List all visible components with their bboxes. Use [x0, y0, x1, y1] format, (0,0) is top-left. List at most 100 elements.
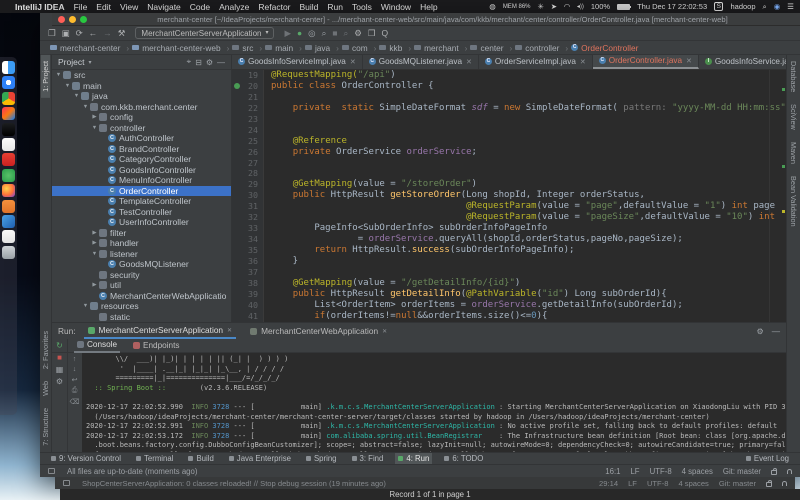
dock-xmind-icon[interactable] [2, 153, 15, 166]
locate-icon[interactable]: ⌖ [187, 57, 192, 67]
print-icon[interactable]: ⎙ [72, 387, 78, 395]
spotlight-search-icon[interactable]: ⌕ [763, 2, 767, 12]
wifi-icon[interactable]: ◠ [564, 2, 570, 11]
tree-node-MerchantCenterWebApplicatio[interactable]: CMerchantCenterWebApplicatio [52, 291, 231, 302]
tree-expand-icon[interactable]: ▼ [82, 104, 89, 110]
menu-run[interactable]: Run [327, 2, 343, 12]
menu-code[interactable]: Code [190, 2, 210, 12]
close-tab-icon[interactable]: ✕ [382, 328, 387, 335]
dock-chrome-icon[interactable] [2, 92, 15, 105]
toolwindow-button-terminal[interactable]: Terminal [133, 453, 176, 465]
tree-node-filter[interactable]: ▶filter [52, 228, 231, 239]
menu-edit[interactable]: Edit [96, 2, 111, 12]
dock-netease-icon[interactable] [2, 215, 15, 228]
settings-wrench-icon[interactable]: ⚙ [354, 27, 362, 40]
open-project-icon[interactable]: ❐ [48, 27, 56, 40]
tree-expand-icon[interactable]: ▼ [91, 125, 98, 131]
stop-icon[interactable]: ■ [57, 353, 62, 362]
breadcrumb-item-java[interactable]: java› [305, 43, 339, 53]
breadcrumb-item-merchant-center[interactable]: merchant-center› [50, 43, 129, 53]
tool-stripe-structure[interactable]: 7: Structure [41, 402, 50, 452]
tree-node-OrderController[interactable]: COrderController [52, 186, 231, 197]
dock-drawio-icon[interactable] [2, 200, 15, 213]
tool-stripe-web[interactable]: Web [41, 375, 50, 402]
breadcrumb-item-src[interactable]: src› [232, 43, 262, 53]
run-tab-MerchantCenterWebApplication[interactable]: MerchantCenterWebApplication✕ [246, 323, 391, 339]
dock-finder-icon[interactable] [2, 61, 15, 74]
close-tab-icon[interactable]: ✕ [350, 58, 356, 66]
tree-node-static[interactable]: static [52, 312, 231, 323]
run-class-gutter-icon[interactable] [234, 83, 240, 89]
view-tab-console[interactable]: Console [74, 339, 120, 353]
debug-icon[interactable]: ● [297, 27, 302, 40]
hide-panel-icon[interactable]: — [772, 326, 780, 336]
editor-scrollbar[interactable] [781, 70, 786, 322]
breadcrumb-item-com[interactable]: com› [342, 43, 376, 53]
menu-window[interactable]: Window [381, 2, 411, 12]
user-name[interactable]: hadoop [730, 2, 755, 11]
build-icon[interactable]: ⚒ [118, 27, 126, 40]
volume-icon[interactable]: ◂)) [577, 3, 584, 10]
tool-stripe-beanvalidation[interactable]: Bean Validation [789, 170, 798, 233]
tree-expand-icon[interactable]: ▶ [91, 230, 98, 236]
tree-node-main[interactable]: ▼main [52, 81, 231, 92]
menu-refactor[interactable]: Refactor [258, 2, 290, 12]
find-icon[interactable]: Q [382, 27, 389, 40]
tree-expand-icon[interactable]: ▼ [55, 72, 62, 78]
gear-icon[interactable]: ⚙ [757, 327, 764, 336]
zoom-window-button[interactable] [80, 16, 87, 23]
close-tab-icon[interactable]: ✕ [686, 57, 692, 65]
coverage-icon[interactable]: ◎ [308, 27, 315, 40]
breadcrumb-item-kkb[interactable]: kkb› [379, 43, 411, 53]
editor-tab-GoodsMQListener.java[interactable]: CGoodsMQListener.java✕ [363, 55, 479, 69]
editor-tab-GoodsInfoServiceImpl.java[interactable]: CGoodsInfoServiceImpl.java✕ [232, 55, 363, 69]
tool-stripe-project[interactable]: 1: Project [41, 55, 50, 98]
dock-cajviewer-icon[interactable] [2, 169, 15, 182]
breadcrumb-item-main[interactable]: main› [265, 43, 302, 53]
save-all-icon[interactable]: ▣ [62, 27, 70, 40]
collapse-all-icon[interactable]: ⊟ [195, 58, 202, 67]
window-titlebar[interactable]: merchant-center [~/IdeaProjects/merchant… [52, 13, 800, 26]
tree-node-resources[interactable]: ▼resources [52, 301, 231, 312]
tree-node-config[interactable]: ▶config [52, 112, 231, 123]
tree-node-UserInfoController[interactable]: CUserInfoController [52, 217, 231, 228]
toolwindow-button-find[interactable]: 3: Find [349, 453, 387, 465]
tree-node-util[interactable]: ▶util [52, 280, 231, 291]
dock-trash-icon[interactable] [2, 246, 15, 259]
breadcrumb-item-merchant[interactable]: merchant› [414, 43, 467, 53]
tree-expand-icon[interactable]: ▶ [91, 282, 98, 288]
notifications-icon[interactable] [787, 469, 792, 474]
tree-node-GoodsMQListener[interactable]: CGoodsMQListener [52, 259, 231, 270]
menu-help[interactable]: Help [420, 2, 437, 12]
console-output[interactable]: \\/ ___)| |_)| | | | | || (_| | ) ) ) ) … [82, 353, 786, 453]
tree-node-security[interactable]: security [52, 270, 231, 281]
git-branch[interactable]: Git: master [723, 467, 761, 476]
tree-node-java[interactable]: ▼java [52, 91, 231, 102]
search-everywhere-icon[interactable]: ⌕ [344, 27, 349, 40]
lock-icon[interactable] [771, 470, 777, 475]
indent-style[interactable]: 4 spaces [682, 467, 713, 476]
caret-position[interactable]: 16:1 [605, 467, 620, 476]
profiler-icon[interactable]: ⌕ [322, 27, 327, 40]
toolwindow-button-javaenterprise[interactable]: Java Enterprise [226, 453, 294, 465]
menu-navigate[interactable]: Navigate [147, 2, 181, 12]
tree-expand-icon[interactable]: ▶ [91, 240, 98, 246]
app-name[interactable]: IntelliJ IDEA [15, 2, 65, 12]
scroll-up-icon[interactable]: ↑ [73, 356, 77, 363]
run-config-selector[interactable]: MerchantCenterServerApplication▾ [135, 27, 274, 39]
grid-icon[interactable]: ▦ [56, 365, 64, 374]
tool-stripe-sciview[interactable]: SciView [789, 98, 798, 136]
editor-tab-OrderController.java[interactable]: COrderController.java✕ [593, 55, 699, 69]
tree-node-BrandController[interactable]: CBrandController [52, 144, 231, 155]
tree-expand-icon[interactable]: ▼ [82, 303, 89, 309]
project-panel-title[interactable]: Project [58, 57, 84, 67]
tree-node-TemplateController[interactable]: CTemplateController [52, 196, 231, 207]
tree-node-GoodsInfoController[interactable]: CGoodsInfoController [52, 165, 231, 176]
sync-icon[interactable]: ⟳ [76, 27, 83, 40]
soft-wrap-icon[interactable]: ↩ [72, 376, 78, 384]
project-structure-icon[interactable]: ❒ [368, 27, 376, 40]
menu-file[interactable]: File [74, 2, 88, 12]
tool-stripe-maven[interactable]: Maven [789, 136, 798, 170]
dock-intellij-idea-icon[interactable] [2, 107, 15, 120]
menu-build[interactable]: Build [300, 2, 319, 12]
